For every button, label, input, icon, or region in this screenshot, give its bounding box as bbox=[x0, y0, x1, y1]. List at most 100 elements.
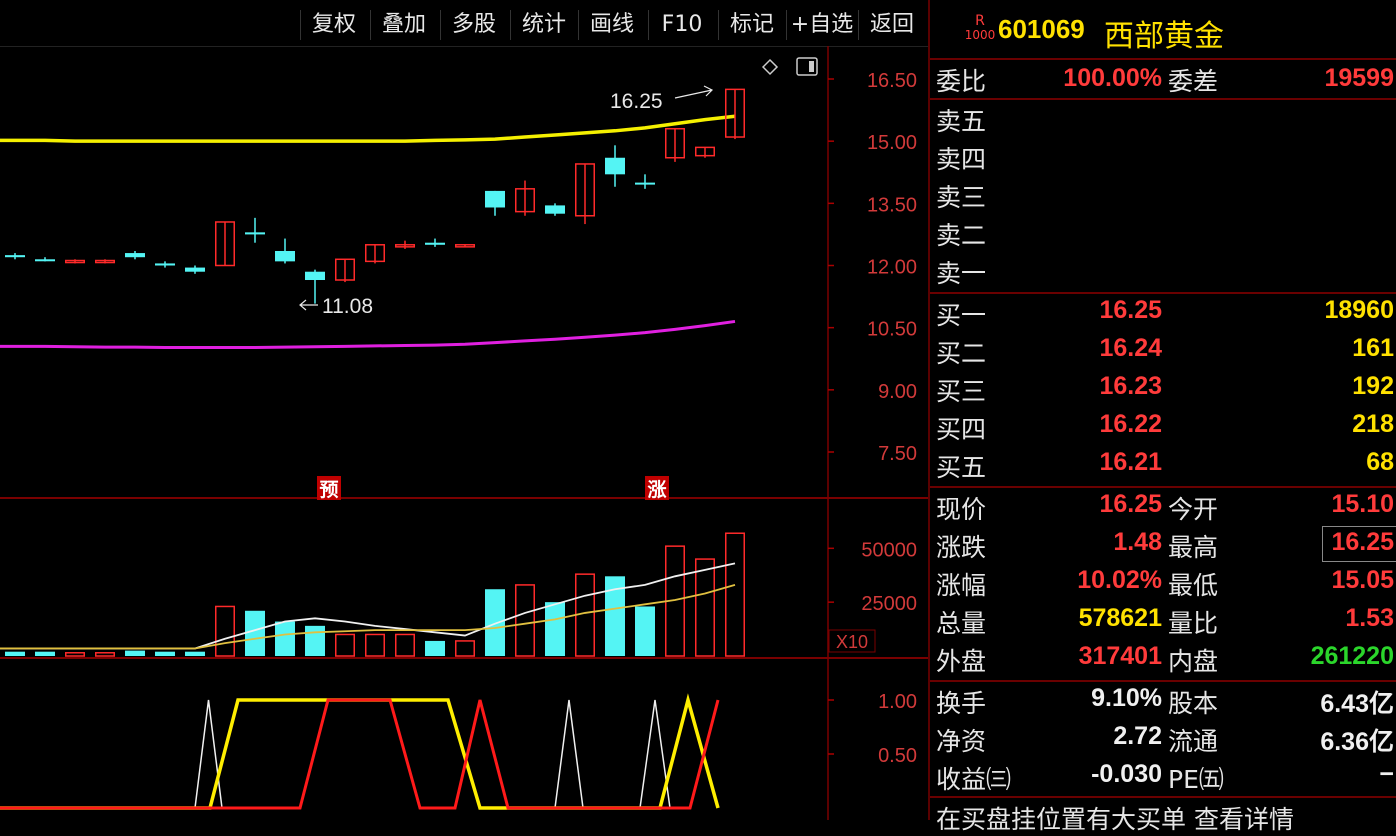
divider bbox=[930, 796, 1396, 798]
stat-value: 317401 bbox=[1078, 642, 1162, 670]
stock-name: 西部黄金 bbox=[1104, 19, 1224, 54]
stat-value: 15.05 bbox=[1331, 566, 1394, 594]
stat-label: 涨跌 bbox=[936, 533, 987, 562]
candle-body bbox=[545, 205, 565, 214]
bid-level-price: 16.24 bbox=[1099, 334, 1162, 362]
stat-label: 现价 bbox=[936, 495, 987, 524]
price-tick-label: 10.50 bbox=[867, 319, 917, 341]
high-price-label: 16.25 bbox=[610, 90, 663, 113]
bid-level-label: 买五 bbox=[936, 453, 987, 482]
indicator-line-yellow bbox=[0, 693, 720, 810]
bid-level-label: 买二 bbox=[936, 339, 987, 368]
volume-bar bbox=[635, 606, 655, 656]
volume-bar bbox=[275, 621, 295, 656]
big-order-hint[interactable]: 在买盘挂位置有大买单 查看详情 bbox=[936, 800, 1294, 836]
price-tick-label: 9.00 bbox=[878, 381, 917, 403]
price-tick-label: 16.50 bbox=[867, 70, 917, 92]
stat-value: 10.02% bbox=[1077, 566, 1162, 594]
badge-top: R bbox=[975, 13, 985, 29]
volume-bar bbox=[365, 633, 385, 657]
stat-value: 1.48 bbox=[1113, 528, 1162, 556]
divider bbox=[930, 680, 1396, 682]
stat-label: 外盘 bbox=[936, 647, 987, 676]
stat-value: 578621 bbox=[1078, 604, 1162, 632]
share-stat-value: 6.43亿 bbox=[1320, 690, 1394, 718]
bid-level-volume: 192 bbox=[1352, 372, 1394, 400]
volume-bar bbox=[455, 640, 475, 657]
volume-bar bbox=[35, 651, 55, 656]
toolbar-button[interactable]: F10 bbox=[648, 10, 715, 40]
high-price-box bbox=[1322, 526, 1396, 562]
share-stat-label: 股本 bbox=[1168, 689, 1219, 718]
market-badge: R 1000 bbox=[960, 14, 1000, 42]
candle-body bbox=[155, 263, 175, 266]
stock-code: 601069 bbox=[998, 14, 1085, 44]
candle-body bbox=[485, 190, 505, 208]
toolbar-button[interactable]: 画线 bbox=[578, 10, 645, 40]
stat-label: 涨幅 bbox=[936, 571, 987, 600]
toolbar-button[interactable]: 叠加 bbox=[370, 10, 437, 40]
price-tick-label: 7.50 bbox=[878, 443, 917, 465]
share-stat-label: 净资 bbox=[936, 727, 987, 756]
volume-bar bbox=[65, 652, 85, 657]
candle-body bbox=[35, 259, 55, 262]
bid-level-price: 16.21 bbox=[1099, 448, 1162, 476]
signal-marker: 涨 bbox=[647, 479, 666, 501]
stock-chart[interactable]: 16.50 15.00 13.50 12.00 10.50 9.00 7.50 16.25 11… bbox=[0, 46, 928, 820]
volume-bar bbox=[5, 651, 25, 656]
toolbar-button[interactable]: 多股 bbox=[440, 10, 507, 40]
candle-body bbox=[245, 232, 265, 235]
candle-body bbox=[5, 255, 25, 258]
ask-level-label: 卖三 bbox=[936, 183, 987, 212]
bid-level-label: 买一 bbox=[936, 301, 987, 330]
stat-value: 15.10 bbox=[1331, 490, 1394, 518]
stat-label: 最高 bbox=[1168, 533, 1219, 562]
candle-body bbox=[635, 182, 655, 185]
bid-level-label: 买四 bbox=[936, 415, 987, 444]
bid-level-volume: 68 bbox=[1366, 448, 1394, 476]
indicator-line-white bbox=[194, 699, 223, 809]
volume-unit-label: X10 bbox=[836, 632, 868, 652]
stat-label: 内盘 bbox=[1168, 647, 1219, 676]
candle-body bbox=[125, 253, 145, 258]
volume-tick-label: 50000 bbox=[861, 539, 917, 561]
ask-level-label: 卖五 bbox=[936, 107, 987, 136]
toolbar-button[interactable]: +自选 bbox=[786, 10, 857, 40]
toolbar-button[interactable]: 复权 bbox=[300, 10, 367, 40]
volume-bar bbox=[95, 652, 115, 657]
order-ratio-value: 100.00% bbox=[1063, 64, 1162, 92]
divider bbox=[930, 98, 1396, 100]
order-diff-label: 委差 bbox=[1168, 67, 1219, 96]
ma-line-yellow bbox=[0, 114, 736, 143]
high-arrow bbox=[674, 85, 714, 99]
order-ratio-label: 委比 bbox=[936, 67, 987, 96]
volume-bar bbox=[155, 651, 175, 656]
stock-header: R 1000 601069 西部黄金 bbox=[930, 0, 1396, 56]
share-stat-label: 换手 bbox=[936, 689, 987, 718]
toolbar-button[interactable]: 统计 bbox=[510, 10, 577, 40]
candle-body bbox=[605, 157, 625, 175]
toolbar-button[interactable]: 标记 bbox=[718, 10, 785, 40]
ask-level-label: 卖四 bbox=[936, 145, 987, 174]
share-stat-label: 流通 bbox=[1168, 727, 1219, 756]
price-tick-label: 13.50 bbox=[867, 194, 917, 216]
candle-body bbox=[275, 250, 295, 262]
bid-level-price: 16.23 bbox=[1099, 372, 1162, 400]
volume-bar bbox=[215, 605, 235, 657]
toolbar-button[interactable]: 返回 bbox=[858, 10, 925, 40]
share-stat-value: 6.36亿 bbox=[1320, 728, 1394, 756]
indicator-line-white bbox=[554, 699, 584, 809]
stat-value: 16.25 bbox=[1099, 490, 1162, 518]
stat-value: 1.53 bbox=[1345, 604, 1394, 632]
volume-bar bbox=[185, 651, 205, 656]
ask-level-label: 卖二 bbox=[936, 221, 987, 250]
bid-level-volume: 218 bbox=[1352, 410, 1394, 438]
indicator-tick-label: 1.00 bbox=[878, 691, 917, 713]
divider bbox=[930, 292, 1396, 294]
volume-tick-label: 25000 bbox=[861, 593, 917, 615]
volume-bar bbox=[125, 650, 145, 656]
price-tick-label: 15.00 bbox=[867, 132, 917, 154]
stat-value: 261220 bbox=[1310, 642, 1394, 670]
share-stat-value: 9.10% bbox=[1091, 684, 1162, 712]
stat-label: 总量 bbox=[936, 609, 987, 638]
